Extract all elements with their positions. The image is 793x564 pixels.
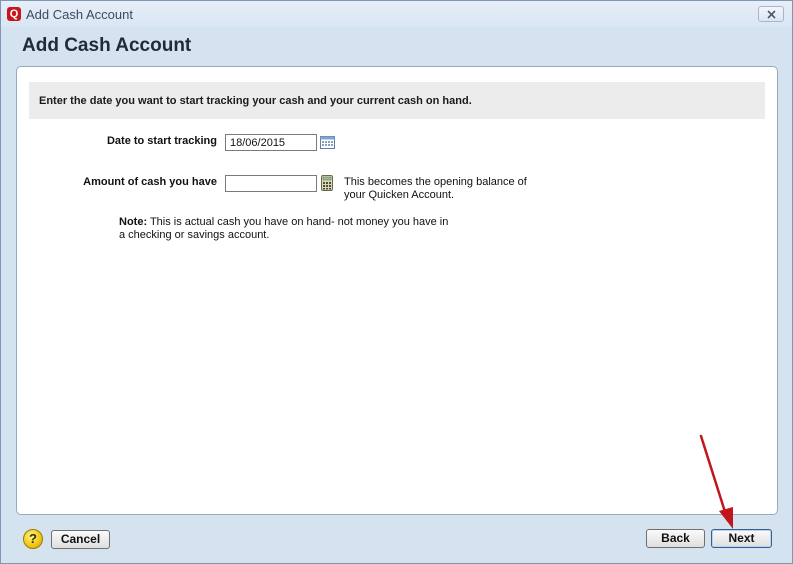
- next-button[interactable]: Next: [711, 529, 772, 548]
- arrow-annotation: [699, 434, 733, 529]
- help-icon[interactable]: ?: [23, 529, 43, 549]
- window-title: Add Cash Account: [26, 7, 133, 22]
- date-field[interactable]: [225, 134, 317, 151]
- calendar-icon[interactable]: [320, 135, 335, 149]
- note-line1: This is actual cash you have on hand- no…: [147, 216, 449, 228]
- close-icon: [767, 10, 776, 19]
- close-button[interactable]: [758, 6, 784, 22]
- bottom-bar: ? Cancel Back Next: [1, 521, 792, 563]
- note-line2: a checking or savings account.: [119, 229, 270, 241]
- instruction-text: Enter the date you want to start trackin…: [39, 95, 472, 107]
- amount-field[interactable]: [225, 175, 317, 192]
- amount-label: Amount of cash you have: [83, 176, 217, 188]
- instruction-bar: Enter the date you want to start trackin…: [29, 82, 765, 119]
- note-label: Note:: [119, 216, 148, 228]
- amount-hint-line2: your Quicken Account.: [344, 189, 455, 201]
- calculator-icon[interactable]: [321, 175, 333, 191]
- back-button[interactable]: Back: [646, 529, 705, 548]
- amount-hint: This becomes the opening balance of your…: [344, 176, 527, 202]
- content-panel: Enter the date you want to start trackin…: [16, 66, 778, 515]
- cancel-button[interactable]: Cancel: [51, 530, 110, 549]
- quicken-icon: Q: [7, 7, 21, 21]
- title-bar: Q Add Cash Account: [1, 1, 792, 27]
- page-title: Add Cash Account: [22, 35, 192, 56]
- amount-hint-line1: This becomes the opening balance of: [344, 176, 527, 188]
- date-label: Date to start tracking: [106, 135, 217, 147]
- add-cash-account-dialog: Q Add Cash Account Add Cash Account Ente…: [0, 0, 793, 564]
- note-text: Note: This is actual cash you have on ha…: [119, 216, 448, 242]
